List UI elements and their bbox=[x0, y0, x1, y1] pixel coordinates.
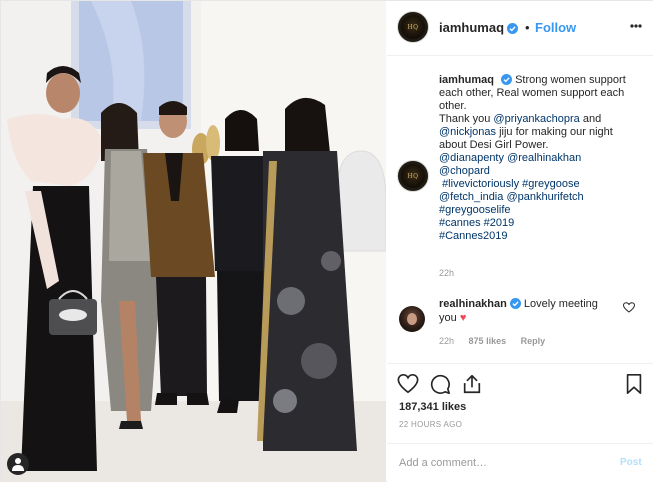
caption-hashtags-line-1: #livevictoriously #greygoose bbox=[439, 178, 639, 191]
caption-hashtags-line-4: #Cannes2019 bbox=[439, 230, 639, 243]
caption-hashtags-line-3: #cannes #2019 bbox=[439, 217, 639, 230]
verified-badge-icon bbox=[507, 23, 519, 34]
mention-pankhurifetch[interactable]: @pankhurifetch bbox=[506, 191, 583, 203]
comment-timestamp[interactable]: 22h bbox=[439, 336, 454, 346]
red-heart-emoji: ♥ bbox=[459, 312, 467, 324]
post-sidebar: HQ iamhumaq • Follow HQ iamhumaq Strong … bbox=[387, 1, 653, 482]
hashtag-greygooselife[interactable]: #greygooselife bbox=[439, 204, 511, 216]
hashtag-greygoose[interactable]: #greygoose bbox=[522, 178, 580, 190]
add-comment-bar: Post bbox=[387, 443, 653, 482]
mention-realhinakhan[interactable]: @realhinakhan bbox=[507, 152, 581, 164]
comment-realhinakhan: realhinakhan Lovely meeting you ♥ bbox=[439, 297, 614, 325]
comment-username[interactable]: realhinakhan bbox=[439, 298, 507, 310]
author-username-text: iamhumaq bbox=[439, 20, 505, 35]
caption-thanks-prefix: Thank you bbox=[439, 113, 494, 125]
caption-author-avatar[interactable]: HQ bbox=[397, 160, 429, 192]
caption-hashtags-line-2: #greygooselife bbox=[439, 204, 639, 217]
comment-like-heart-icon[interactable] bbox=[623, 302, 635, 313]
instagram-post: HQ iamhumaq • Follow HQ iamhumaq Strong … bbox=[0, 0, 653, 482]
comment-verified-badge-icon bbox=[509, 298, 521, 309]
mention-chopard[interactable]: @chopard bbox=[439, 165, 490, 177]
author-avatar[interactable]: HQ bbox=[397, 11, 429, 43]
caption-username[interactable]: iamhumaq bbox=[439, 74, 494, 86]
post-actions bbox=[387, 363, 653, 403]
follow-button[interactable]: Follow bbox=[535, 20, 576, 35]
post-timestamp[interactable]: 22 HOURS AGO bbox=[399, 420, 462, 429]
post-caption: iamhumaq Strong women support each other… bbox=[439, 74, 639, 243]
comment-meta: 22h 875 likes Reply bbox=[439, 336, 557, 346]
more-options-icon[interactable] bbox=[629, 18, 643, 34]
user-tag-icon bbox=[12, 458, 24, 471]
group-photo-illustration bbox=[1, 1, 386, 482]
caption-verified-badge-icon bbox=[501, 74, 513, 85]
mention-dianapenty[interactable]: @dianapenty bbox=[439, 152, 504, 164]
hashtag-cannes2019[interactable]: #Cannes2019 bbox=[439, 230, 508, 242]
caption-mentions-line-1: @dianapenty @realhinakhan bbox=[439, 152, 639, 165]
bookmark-icon[interactable] bbox=[623, 373, 645, 395]
comment-reply-button[interactable]: Reply bbox=[521, 336, 546, 346]
mention-priyankachopra[interactable]: @priyankachopra bbox=[493, 113, 579, 125]
caption-mentions-line-2: @chopard bbox=[439, 165, 639, 178]
comment-likes-count[interactable]: 875 likes bbox=[469, 336, 507, 346]
caption-thanks-line: Thank you @priyankachopra and bbox=[439, 113, 639, 126]
author-username[interactable]: iamhumaq bbox=[439, 20, 519, 35]
post-comment-button[interactable]: Post bbox=[620, 457, 642, 468]
caption-and-text: and bbox=[579, 113, 602, 125]
reply-author-avatar[interactable] bbox=[399, 306, 425, 332]
user-tag-button[interactable] bbox=[7, 453, 29, 475]
comment-input[interactable] bbox=[399, 454, 599, 472]
comments-area[interactable]: HQ iamhumaq Strong women support each ot… bbox=[387, 57, 653, 363]
caption-mentions-line-3: @fetch_india @pankhurifetch bbox=[439, 191, 639, 204]
mention-nickjonas[interactable]: @nickjonas bbox=[439, 126, 496, 138]
caption-nick-line: @nickjonas jiju for making our night abo… bbox=[439, 126, 639, 152]
hashtag-livevictoriously[interactable]: #livevictoriously bbox=[442, 178, 519, 190]
hashtag-2019[interactable]: #2019 bbox=[484, 217, 515, 229]
likes-count[interactable]: 187,341 likes bbox=[399, 401, 466, 413]
comment-icon[interactable] bbox=[429, 373, 451, 395]
post-photo[interactable] bbox=[1, 1, 386, 482]
heart-icon[interactable] bbox=[397, 373, 419, 395]
hashtag-cannes[interactable]: #cannes bbox=[439, 217, 481, 229]
post-header: HQ iamhumaq • Follow bbox=[387, 1, 653, 56]
separator-dot: • bbox=[525, 20, 530, 35]
mention-fetch-india[interactable]: @fetch_india bbox=[439, 191, 503, 203]
caption-timestamp[interactable]: 22h bbox=[439, 268, 454, 278]
share-icon[interactable] bbox=[461, 373, 483, 395]
